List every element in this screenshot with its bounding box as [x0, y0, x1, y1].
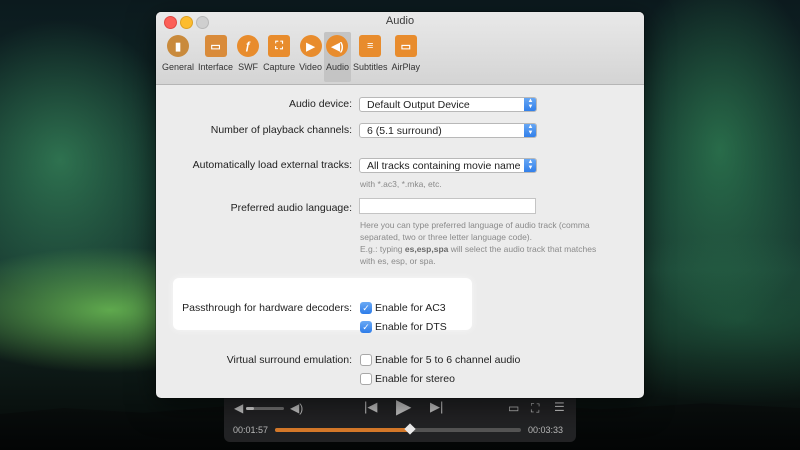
general-icon: ▮	[167, 35, 190, 57]
audio-device-value: Default Output Device	[367, 99, 470, 111]
chevron-updown-icon: ▲ ▼	[524, 159, 536, 172]
volume-slider[interactable]	[246, 407, 284, 410]
chevron-updown-icon: ▲ ▼	[524, 98, 536, 111]
tab-swf[interactable]: ƒ SWF	[235, 32, 261, 82]
dts-checkbox[interactable]: ✓	[360, 321, 372, 333]
tab-video[interactable]: ▶ Video	[297, 32, 324, 82]
tab-label: Capture	[263, 62, 296, 72]
tab-interface[interactable]: ▭ Interface	[196, 32, 235, 82]
tab-general[interactable]: ▮ General	[160, 32, 196, 82]
play-icon[interactable]: ▶	[396, 397, 411, 417]
volume-low-icon[interactable]: ◀	[234, 402, 243, 414]
preferences-window: Audio ▮ General ▭ Interface ƒ SWF ⛶ Capture ▶ Vid…	[156, 12, 644, 398]
tab-audio[interactable]: ◀) Audio	[323, 32, 351, 82]
audio-icon: ◀)	[326, 35, 349, 57]
language-hint-suffix: will select the audio track that matches	[448, 244, 597, 254]
five-six-channel-label[interactable]: Enable for 5 to 6 channel audio	[375, 354, 520, 366]
tab-label: AirPlay	[391, 62, 421, 72]
tab-label: Interface	[198, 62, 234, 72]
tab-label: Subtitles	[352, 62, 388, 72]
tab-label: General	[162, 62, 195, 72]
tab-label: Audio	[325, 62, 349, 72]
channels-value: 6 (5.1 surround)	[367, 125, 442, 137]
audio-pane: Audio device: Default Output Device ▲ ▼ N…	[156, 85, 644, 398]
stereo-label[interactable]: Enable for stereo	[375, 373, 455, 385]
external-tracks-hint: with *.ac3, *.mka, etc.	[360, 179, 442, 189]
volume-high-icon[interactable]: ◀)	[290, 402, 303, 414]
stereo-checkbox[interactable]	[360, 373, 372, 385]
tab-label: SWF	[238, 62, 259, 72]
external-tracks-label: Automatically load external tracks:	[192, 159, 352, 171]
chevron-updown-icon: ▲ ▼	[524, 124, 536, 137]
titlebar: Audio ▮ General ▭ Interface ƒ SWF ⛶ Capture ▶ Vid…	[156, 12, 644, 85]
channels-select[interactable]: 6 (5.1 surround) ▲ ▼	[359, 123, 537, 138]
language-input[interactable]	[359, 198, 536, 214]
dts-label[interactable]: Enable for DTS	[375, 321, 447, 333]
tab-capture[interactable]: ⛶ Capture	[261, 32, 297, 82]
seek-bar[interactable]	[275, 423, 521, 435]
total-time: 00:03:33	[528, 425, 564, 435]
five-six-channel-checkbox[interactable]	[360, 354, 372, 366]
language-hint-codes: es,esp,spa	[404, 244, 449, 254]
seek-knob[interactable]	[404, 423, 416, 435]
ac3-checkbox[interactable]: ✓	[360, 302, 372, 314]
previous-icon[interactable]: |◀	[364, 400, 377, 413]
language-label: Preferred audio language:	[230, 202, 352, 214]
capture-icon: ⛶	[268, 35, 291, 57]
language-hint: Here you can type preferred language of …	[360, 219, 630, 267]
toolbar-tabs: ▮ General ▭ Interface ƒ SWF ⛶ Capture ▶ Video ◀) Au…	[160, 32, 422, 82]
language-hint-line-3: E.g.: typing es,esp,spa will select the …	[360, 243, 630, 255]
seek-progress	[275, 428, 411, 432]
audio-device-select[interactable]: Default Output Device ▲ ▼	[359, 97, 537, 112]
virtual-surround-label: Virtual surround emulation:	[226, 354, 352, 366]
elapsed-time: 00:01:57	[233, 425, 269, 435]
fullscreen-icon[interactable]: ⛶	[531, 402, 539, 414]
language-hint-line-4: with es, esp, or spa.	[360, 256, 436, 266]
volume-fill	[246, 407, 254, 410]
language-hint-prefix: E.g.: typing	[360, 244, 405, 254]
tab-subtitles[interactable]: ≡ Subtitles	[351, 32, 390, 82]
window-title: Audio	[385, 15, 415, 27]
external-tracks-select[interactable]: All tracks containing movie name ▲ ▼	[359, 158, 537, 173]
channels-label: Number of playback channels:	[210, 124, 352, 136]
language-hint-line-1: Here you can type preferred language of …	[360, 220, 590, 230]
external-tracks-value: All tracks containing movie name	[367, 160, 521, 172]
interface-icon: ▭	[204, 35, 227, 57]
tab-airplay[interactable]: ▭ AirPlay	[390, 32, 423, 82]
player-controls: ◀ ◀) |◀ ▶ ▶| ▭ ⛶ ☰ 00:01:57 00:03:33	[224, 394, 576, 442]
passthrough-label: Passthrough for hardware decoders:	[182, 302, 352, 314]
next-icon[interactable]: ▶|	[430, 400, 443, 413]
swf-icon: ƒ	[237, 35, 260, 57]
language-hint-line-2: separated, two or three letter language …	[360, 232, 532, 242]
airplay-output-icon[interactable]: ▭	[508, 402, 519, 414]
ac3-label[interactable]: Enable for AC3	[375, 302, 446, 314]
audio-device-label: Audio device:	[288, 98, 352, 110]
playlist-icon[interactable]: ☰	[554, 401, 565, 413]
video-icon: ▶	[299, 35, 322, 57]
tab-label: Video	[299, 62, 322, 72]
airplay-icon: ▭	[394, 35, 417, 57]
subtitles-icon: ≡	[359, 35, 382, 57]
